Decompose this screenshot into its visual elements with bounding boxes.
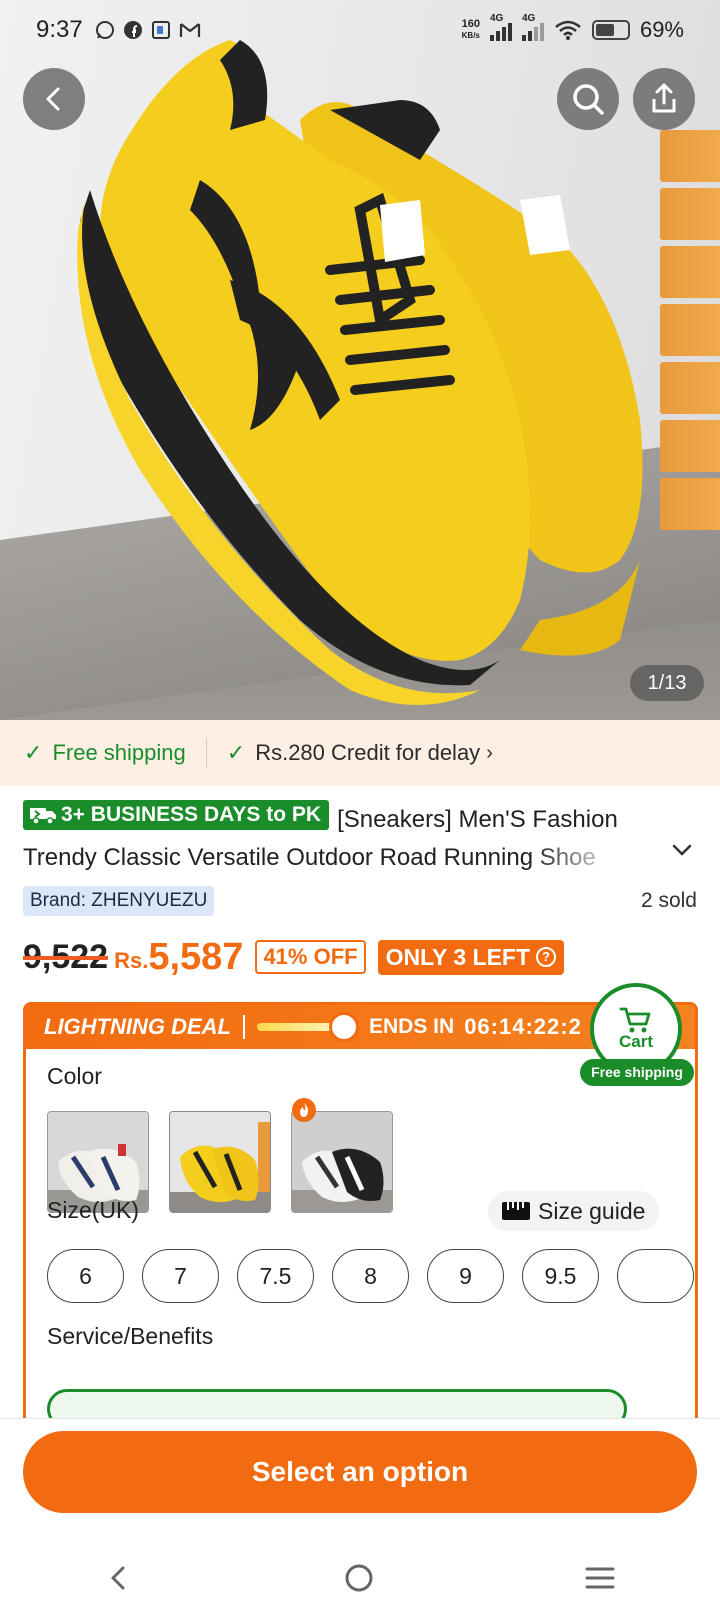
image-counter: 1/13 bbox=[630, 665, 704, 701]
product-title-line1: [Sneakers] Men'S Fashion bbox=[337, 806, 618, 833]
currency-label: Rs. bbox=[114, 948, 149, 973]
battery-icon bbox=[591, 20, 630, 40]
cart-label: Cart bbox=[618, 1032, 653, 1051]
service-benefits-label: Service/Benefits bbox=[47, 1323, 214, 1349]
shipping-banner[interactable]: ✓ Free shipping ✓ Rs.280 Credit for dela… bbox=[0, 720, 720, 786]
size-option[interactable]: 9 bbox=[427, 1249, 504, 1303]
system-nav-bar bbox=[0, 1553, 720, 1603]
nav-back-icon[interactable] bbox=[104, 1563, 134, 1593]
size-option[interactable] bbox=[617, 1249, 694, 1303]
select-option-button[interactable]: Select an option bbox=[23, 1431, 697, 1513]
discount-badge: 41% OFF bbox=[255, 940, 366, 974]
check-icon: ✓ bbox=[226, 740, 246, 765]
share-button[interactable] bbox=[633, 68, 695, 130]
chevron-right-icon: › bbox=[486, 741, 493, 764]
question-icon: ? bbox=[536, 947, 557, 967]
deal-title: LIGHTNING DEAL bbox=[44, 1014, 231, 1039]
stock-badge[interactable]: ONLY 3 LEFT ? bbox=[377, 939, 565, 975]
chevron-down-icon[interactable] bbox=[670, 842, 694, 858]
nav-home-icon[interactable] bbox=[343, 1562, 375, 1594]
delivery-badge: 3+ BUSINESS DAYS to PK bbox=[23, 800, 330, 830]
chevron-left-icon bbox=[46, 87, 60, 111]
back-button[interactable] bbox=[23, 68, 85, 130]
signal-icon: 4G bbox=[489, 13, 512, 41]
product-title: 3+ BUSINESS DAYS to PK [Sneakers] Men'S … bbox=[23, 800, 703, 877]
whatsapp-icon bbox=[95, 20, 115, 40]
size-option[interactable]: 7.5 bbox=[237, 1249, 314, 1303]
current-price: 5,587 bbox=[148, 935, 244, 978]
sold-count: 2 sold bbox=[640, 889, 697, 912]
truck-icon bbox=[30, 808, 56, 825]
banner-divider bbox=[205, 738, 207, 768]
color-option-black[interactable] bbox=[291, 1111, 393, 1213]
size-guide-button[interactable]: Size guide bbox=[488, 1191, 660, 1231]
flame-icon bbox=[292, 1098, 316, 1122]
gmail-icon bbox=[179, 20, 200, 40]
free-shipping-label: Free shipping bbox=[52, 740, 186, 765]
size-option[interactable]: 7 bbox=[142, 1249, 219, 1303]
deal-countdown: 06:14:22:2 bbox=[464, 1014, 582, 1039]
clock-icon bbox=[329, 1012, 359, 1042]
price-row: 9,522 Rs. 5,587 41% OFF ONLY 3 LEFT ? bbox=[23, 932, 703, 982]
facebook-icon bbox=[123, 20, 143, 40]
cart-free-shipping: Free shipping bbox=[580, 1059, 694, 1086]
size-option[interactable]: 8 bbox=[332, 1249, 409, 1303]
bottom-action-bar: Select an option bbox=[0, 1418, 720, 1612]
search-icon bbox=[573, 84, 604, 115]
credit-label: Rs.280 Credit for delay bbox=[255, 740, 481, 765]
product-title-line2: Trendy Classic Versatile Outdoor Road Ru… bbox=[23, 844, 596, 871]
battery-percent: 69% bbox=[639, 17, 684, 42]
ends-in-label: ENDS IN bbox=[369, 1015, 455, 1038]
size-options: 6 7 7.5 8 9 9.5 bbox=[47, 1249, 694, 1303]
brand-row: Brand: ZHENYUEZU 2 sold bbox=[23, 884, 697, 918]
deal-divider bbox=[243, 1015, 245, 1039]
nav-menu-icon[interactable] bbox=[584, 1563, 616, 1593]
size-option[interactable]: 9.5 bbox=[522, 1249, 599, 1303]
network-speed: 160 KB/s bbox=[461, 18, 480, 41]
app-notification-icon bbox=[151, 20, 171, 40]
ruler-icon bbox=[502, 1202, 530, 1220]
notification-icons bbox=[95, 20, 200, 40]
size-label: Size(UK) bbox=[47, 1197, 140, 1223]
check-icon: ✓ bbox=[24, 740, 43, 765]
status-time: 9:37 bbox=[36, 16, 83, 43]
color-label: Color bbox=[47, 1063, 102, 1089]
cart-button[interactable]: Cart Free shipping bbox=[580, 983, 700, 1086]
size-option[interactable]: 6 bbox=[47, 1249, 124, 1303]
signal-icon-2: 4G bbox=[521, 13, 544, 41]
product-image[interactable]: 1/13 bbox=[0, 0, 720, 720]
brand-tag[interactable]: Brand: ZHENYUEZU bbox=[23, 886, 215, 916]
search-button[interactable] bbox=[557, 68, 619, 130]
status-bar: 9:37 160 KB/s 4G 4G 69% bbox=[0, 0, 720, 60]
color-option-yellow[interactable] bbox=[169, 1111, 271, 1213]
deal-progress-bar bbox=[257, 1012, 359, 1042]
system-status: 160 KB/s 4G 4G 69% bbox=[461, 13, 684, 43]
share-icon bbox=[652, 83, 676, 113]
original-price: 9,522 bbox=[23, 937, 109, 976]
cart-icon bbox=[619, 1007, 651, 1033]
wifi-icon bbox=[555, 20, 581, 40]
